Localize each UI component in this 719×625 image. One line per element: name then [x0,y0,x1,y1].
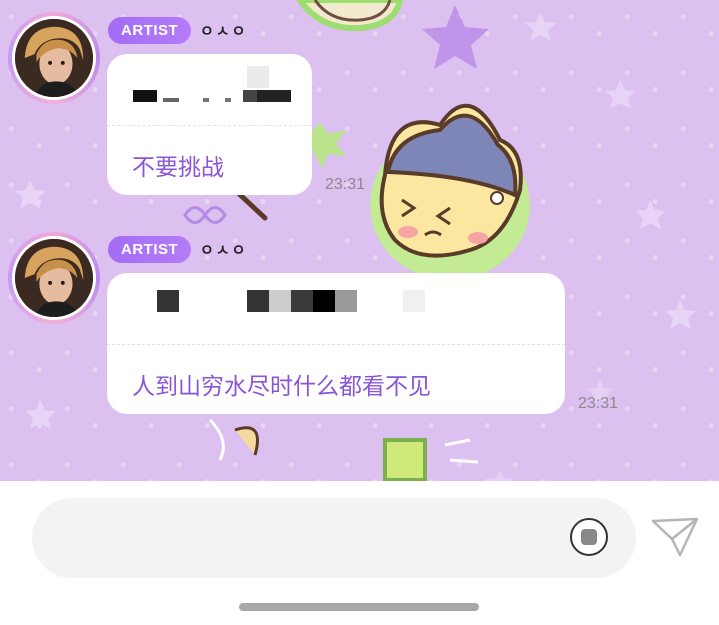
timestamp: 23:31 [578,395,619,412]
redaction-block [269,290,291,312]
avatar[interactable] [8,232,100,324]
home-indicator [239,603,479,611]
redaction-block [225,98,231,102]
redaction-block [133,90,157,102]
sender-name: ㅇㅅㅇ [200,241,248,259]
redaction-block [243,90,257,102]
redaction-block [257,90,291,102]
artist-photo-icon [15,239,93,317]
media-circle-icon[interactable] [570,518,608,556]
sender-name: ㅇㅅㅇ [200,22,248,40]
translated-text: 人到山穷水尽时什么都看不见 [132,374,431,400]
redaction-block [313,290,335,312]
message-bubble[interactable]: 不要挑战 [107,54,312,195]
redaction-block [247,290,269,312]
translated-text: 不要挑战 [132,155,224,181]
artist-badge: ARTIST [108,17,192,44]
redaction-block [203,98,209,102]
redaction-block [157,290,179,312]
redaction-block [163,98,179,102]
paper-plane-icon[interactable] [650,515,700,559]
message-row: ARTIST ㅇㅅㅇ 人到山穷水尽时什么都看不见 23:31 [0,228,719,428]
artist-badge: ARTIST [108,236,192,263]
redaction-block [403,290,425,312]
redaction-block [335,290,357,312]
chat-background: ARTIST ㅇㅅㅇ 不要挑战 23:31 ARTIST ㅇㅅㅇ 人到山穷水尽时… [0,0,719,481]
message-row: ARTIST ㅇㅅㅇ 不要挑战 23:31 [0,0,719,200]
message-input[interactable] [32,498,636,578]
message-bubble[interactable]: 人到山穷水尽时什么都看不见 [107,273,565,414]
timestamp: 23:31 [325,176,366,193]
redaction-block [247,66,269,88]
original-text-redacted [107,54,312,126]
redaction-block [291,290,313,312]
artist-photo-icon [15,19,93,97]
original-text-redacted [107,273,565,345]
avatar[interactable] [8,12,100,104]
